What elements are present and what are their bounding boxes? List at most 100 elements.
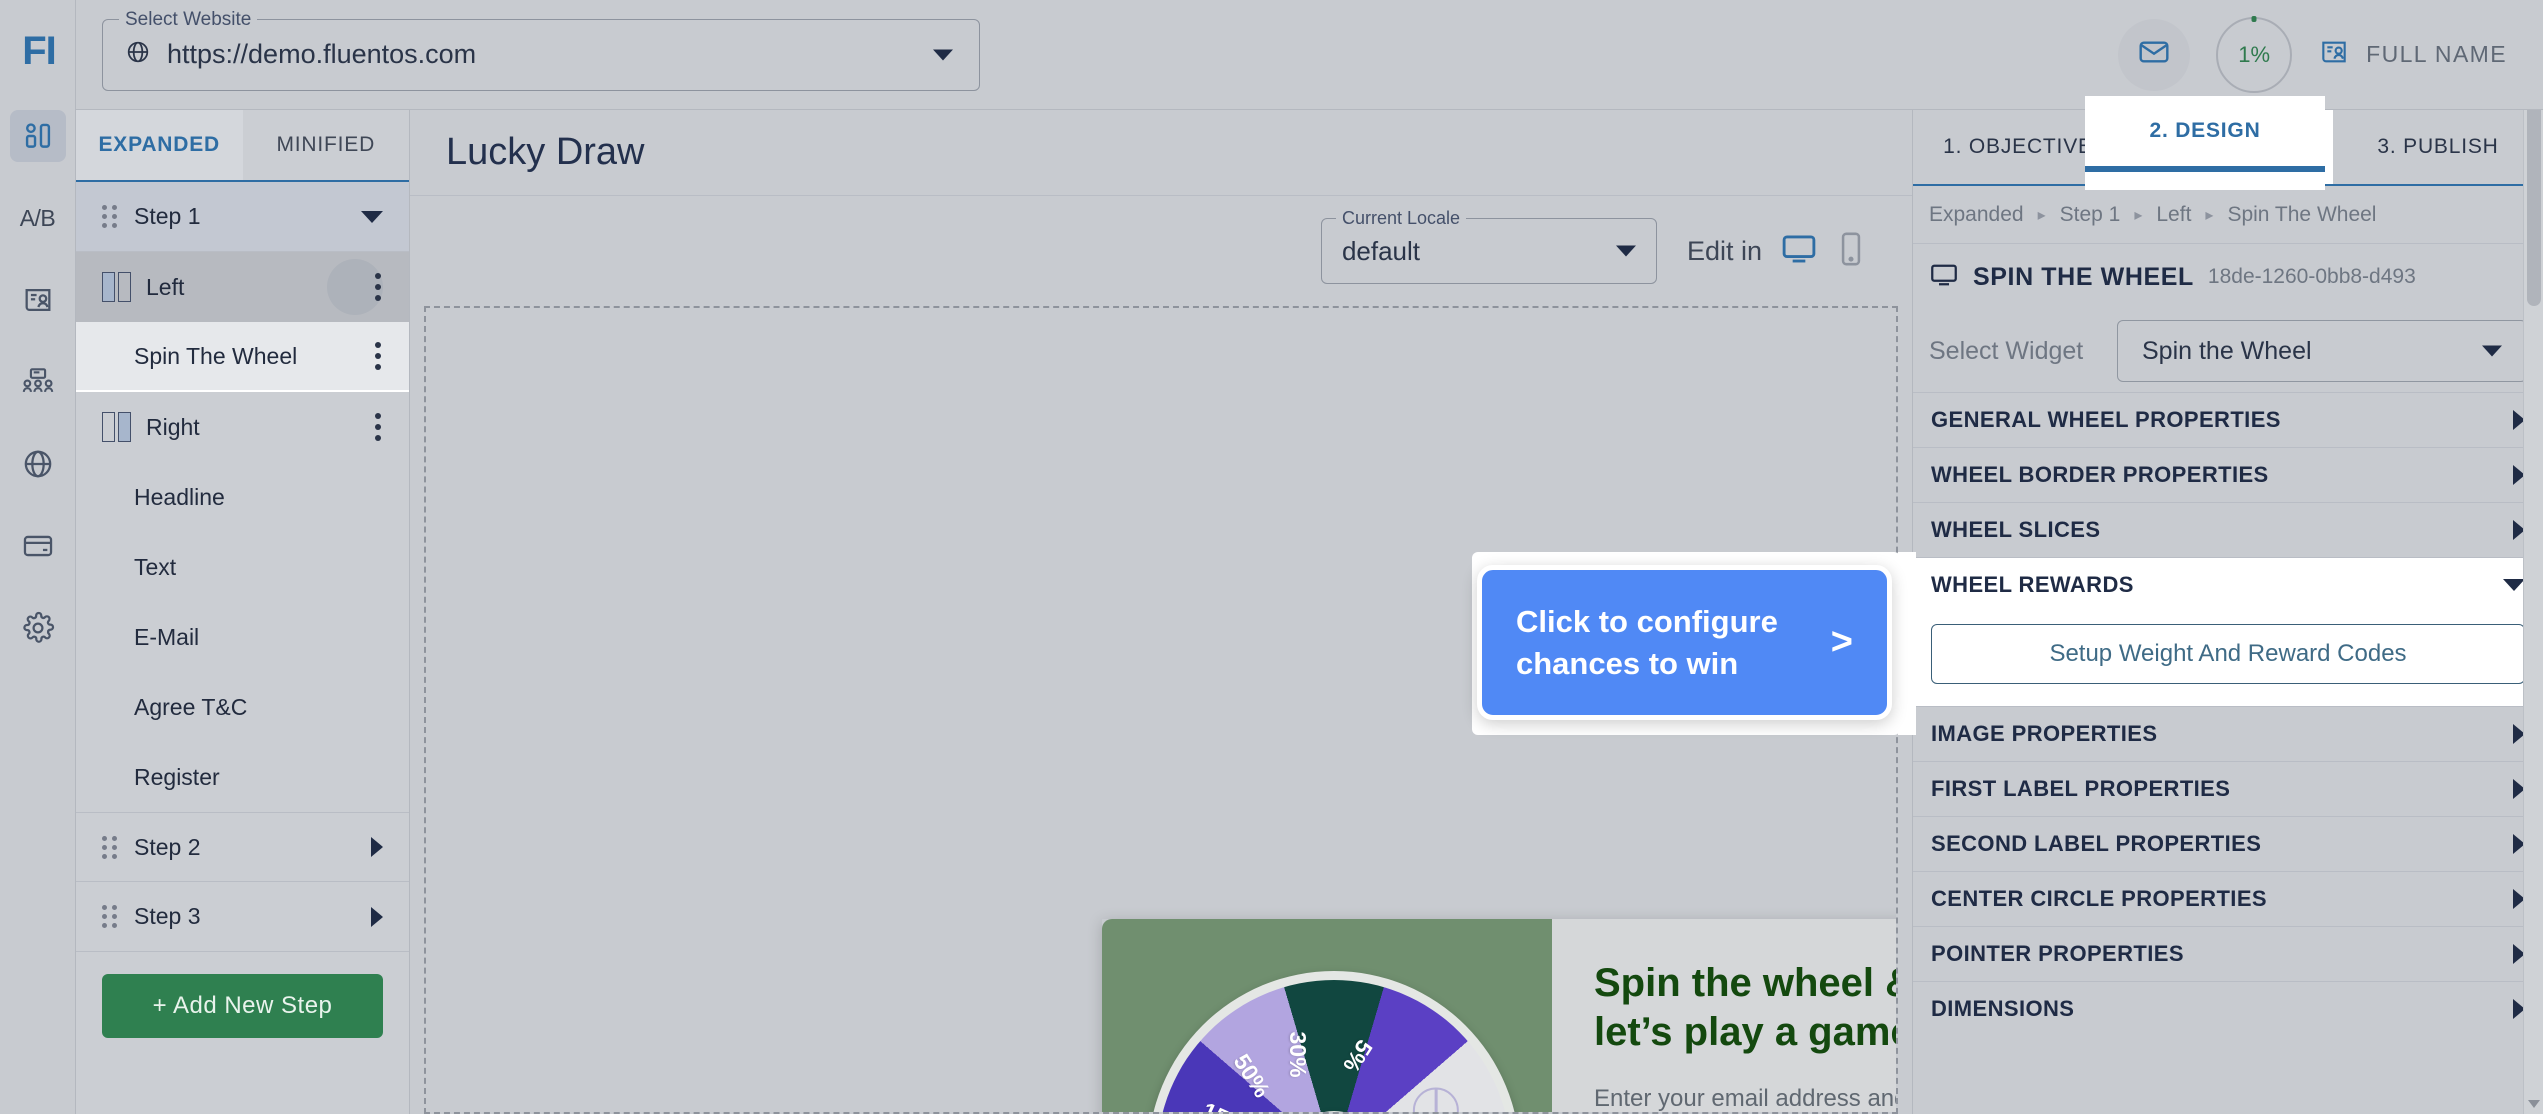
tab-publish[interactable]: 3. PUBLISH [2333,110,2543,184]
tree-step-1[interactable]: Step 1 [76,182,409,252]
mobile-icon[interactable] [1836,230,1866,273]
tree-item-headline[interactable]: Headline [76,462,409,532]
page-scrollbar[interactable] [2523,0,2543,1114]
accordion-image-properties[interactable]: IMAGE PROPERTIES [1913,706,2543,761]
tree-step-2[interactable]: Step 2 [76,812,409,882]
accordion-wheel-slices[interactable]: WHEEL SLICES [1913,502,2543,557]
accordion-label: WHEEL BORDER PROPERTIES [1931,462,2269,487]
setup-weight-and-reward-codes-button[interactable]: Setup Weight And Reward Codes [1931,624,2525,684]
structure-panel: EXPANDED MINIFIED Step 1 Left Spin The W… [76,110,410,1114]
scroll-down-arrow-icon[interactable] [2528,1100,2540,1108]
rail-item-domains[interactable] [10,438,66,490]
chevron-right-icon[interactable] [371,837,383,857]
mail-button[interactable] [2118,18,2191,91]
design-tab-highlight-label[interactable]: 2. DESIGN [2085,96,2325,166]
locale-legend: Current Locale [1335,208,1467,229]
rail-item-ab-testing[interactable]: A/B [10,192,66,244]
dashboard-blocks-icon [21,119,55,153]
top-bar-right: 1% FULL NAME [2118,16,2543,93]
popup-left-column[interactable]: 30%5%25%50%GIFT25%50%25%15%50% [1102,919,1552,1112]
rail-item-audience[interactable] [10,356,66,408]
contact-card-icon [2318,36,2350,73]
audience-icon [21,365,55,399]
accordion-first-label-properties[interactable]: FIRST LABEL PROPERTIES [1913,761,2543,816]
site-select-legend: Select Website [119,8,258,31]
tree-item-spin-the-wheel[interactable]: Spin The Wheel [76,322,409,392]
chevron-right-icon[interactable] [371,906,383,927]
rail-item-campaigns[interactable] [9,110,66,162]
select-widget-dropdown[interactable]: Spin the Wheel [2117,320,2527,382]
design-tab-highlight-bottom [2085,172,2325,190]
tree-item-text[interactable]: Text [76,532,409,602]
callout-text: Click to configure chances to win [1516,603,1778,681]
tree-label: Step 2 [134,833,201,860]
accordion-wheel-border-properties[interactable]: WHEEL BORDER PROPERTIES [1913,447,2543,502]
tree-item-left[interactable]: Left [76,252,409,322]
desktop-icon[interactable] [1780,230,1818,273]
rail-item-settings[interactable] [10,602,66,654]
add-step-wrap: + Add New Step [76,952,409,1060]
app-logo[interactable]: FI [10,22,68,80]
breadcrumb-item[interactable]: Left [2156,203,2191,227]
contact-card-icon [21,283,55,317]
tree-label: Text [134,553,177,580]
drag-handle-icon[interactable] [102,204,120,230]
tree-item-email[interactable]: E-Mail [76,602,409,672]
wheel-slice-label: 50% [1228,1049,1276,1103]
tree-label: Spin The Wheel [134,342,298,369]
monitor-icon [1929,260,1959,295]
accordion-general-wheel-properties[interactable]: GENERAL WHEEL PROPERTIES [1913,392,2543,447]
select-widget-label: Select Widget [1929,336,2084,365]
kebab-icon[interactable] [373,342,383,370]
tree-item-right[interactable]: Right [76,392,409,462]
site-select-value: https://demo.fluentos.com [167,39,477,69]
accordion-dimensions[interactable]: DIMENSIONS [1913,981,2543,1036]
breadcrumb-item[interactable]: Spin The Wheel [2227,203,2376,227]
canvas-toolbar: Current Locale default Edit in [410,196,1912,306]
chevron-down-icon [1615,245,1636,257]
site-select[interactable]: Select Website https://demo.fluentos.com [102,8,980,91]
kebab-icon [373,273,383,301]
tree-step-3[interactable]: Step 3 [76,882,409,952]
tree-label: Headline [134,483,225,510]
wheel-slices: 30%5%25%50%GIFT25%50%25%15%50% [1157,980,1511,1112]
widget-id: 18de-1260-0bb8-d493 [2207,265,2416,288]
rail-item-contacts[interactable] [10,274,66,326]
accordion-label: CENTER CIRCLE PROPERTIES [1931,886,2267,911]
drag-handle-icon[interactable] [102,904,120,930]
accordion-second-label-properties[interactable]: SECOND LABEL PROPERTIES [1913,816,2543,871]
accordion-pointer-properties[interactable]: POINTER PROPERTIES [1913,926,2543,981]
accordion-label: FIRST LABEL PROPERTIES [1931,776,2231,801]
accordion-wheel-rewards[interactable]: WHEEL REWARDS [1913,557,2543,612]
user-menu[interactable]: FULL NAME [2318,36,2507,73]
setup-progress-ring[interactable]: 1% [2216,16,2293,93]
column-left-icon [102,272,132,302]
accordion-center-circle-properties[interactable]: CENTER CIRCLE PROPERTIES [1913,871,2543,926]
breadcrumb-item[interactable]: Step 1 [2060,203,2121,227]
tree-item-menu-button[interactable] [327,259,383,315]
tree-label: Left [146,273,185,300]
drag-handle-icon[interactable] [102,834,120,860]
tab-minified[interactable]: MINIFIED [243,110,410,180]
kebab-icon[interactable] [373,413,383,441]
locale-value: default [1341,235,1421,266]
popup-right-column[interactable]: Spin the wheel & let’s play a game Enter… [1552,919,1896,1112]
spin-wheel-widget[interactable]: 30%5%25%50%GIFT25%50%25%15%50% [1134,971,1520,1112]
globe-icon [125,39,151,70]
tree-item-agree-tc[interactable]: Agree T&C [76,672,409,742]
chevron-right-icon: ▸ [2134,206,2143,224]
wheel-rewards-body: Setup Weight And Reward Codes [1913,612,2543,706]
tab-expanded[interactable]: EXPANDED [76,110,243,180]
accordion-label: GENERAL WHEEL PROPERTIES [1931,407,2281,432]
ab-icon: A/B [19,204,56,231]
locale-select[interactable]: Current Locale default [1320,208,1657,284]
tree-item-register[interactable]: Register [76,742,409,812]
wheel-disc: 30%5%25%50%GIFT25%50%25%15%50% [1148,971,1520,1112]
rail-item-billing[interactable] [10,520,66,572]
configure-chances-callout[interactable]: Click to configure chances to win > [1477,565,1892,720]
chevron-down-icon[interactable] [361,210,383,223]
breadcrumb-item[interactable]: Expanded [1929,203,2024,227]
popup-preview[interactable]: 30%5%25%50%GIFT25%50%25%15%50% Spin the … [1102,919,1896,1112]
tree-label: Right [146,413,200,440]
add-new-step-button[interactable]: + Add New Step [102,974,383,1038]
